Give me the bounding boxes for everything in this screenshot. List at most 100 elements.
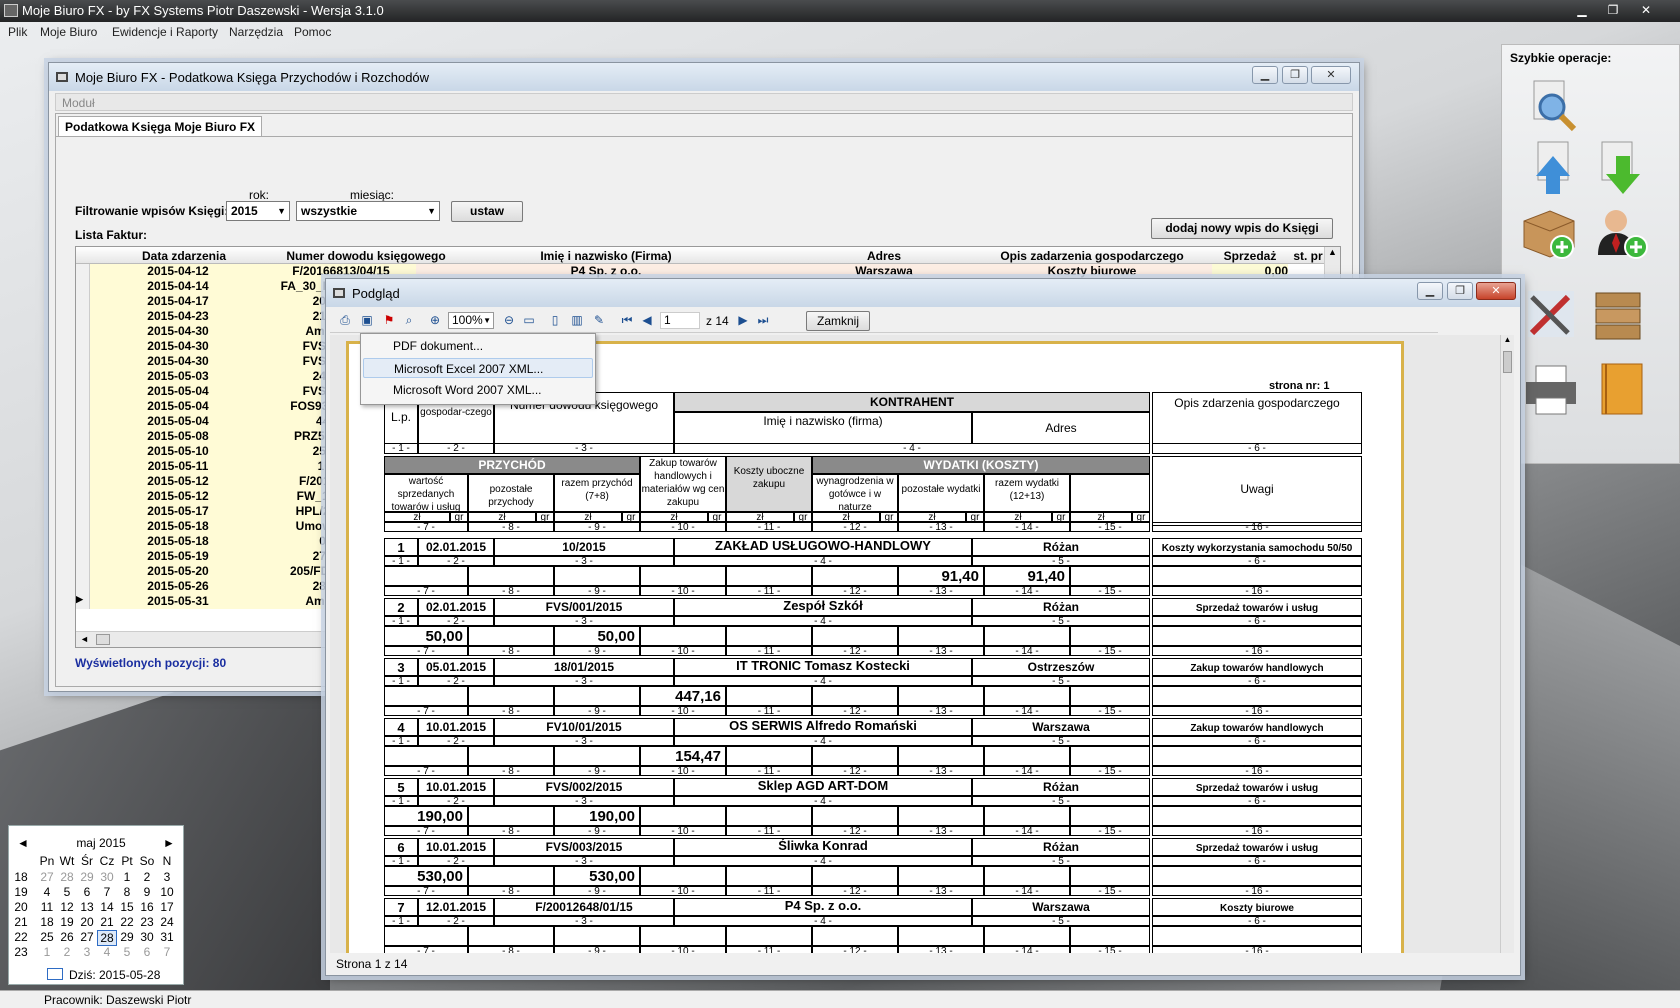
calendar-day[interactable]: 7 [97,885,117,899]
row-selector[interactable] [76,354,90,369]
row-selector[interactable] [76,264,90,279]
calendar-day[interactable]: 22 [117,915,137,929]
row-selector[interactable] [76,564,90,579]
menu-moje-biuro[interactable]: Moje Biuro [40,25,97,39]
calendar-day[interactable]: 17 [157,900,177,914]
add-product-icon[interactable] [1520,203,1578,261]
calendar-day[interactable]: 3 [157,870,177,884]
calendar-day[interactable]: 18 [37,915,57,929]
calendar-day[interactable]: 13 [77,900,97,914]
close-button[interactable]: ✕ [1634,2,1658,19]
calendar-day[interactable]: 10 [157,885,177,899]
table-row[interactable]: 2015-04-12 F/20166813/04/15 P4 Sp. z o.o. W… [76,264,1324,279]
book-maximize-button[interactable]: ❐ [1282,66,1308,84]
edit-icon[interactable]: ✎ [590,311,608,329]
row-selector[interactable] [76,444,90,459]
import-upload-icon[interactable] [1524,140,1582,198]
save-icon[interactable]: ▣ [358,311,376,329]
preview-maximize-button[interactable]: ❐ [1447,282,1473,300]
row-selector[interactable] [76,339,90,354]
calendar-day[interactable]: 2 [137,870,157,884]
row-selector[interactable] [76,414,90,429]
export-word-item[interactable]: Microsoft Word 2007 XML... [363,380,593,400]
pdf-icon[interactable]: ⚑ [380,311,398,329]
printer-icon[interactable] [1522,360,1580,418]
multi-page-icon[interactable]: ▥ [568,311,586,329]
calendar-day[interactable]: 27 [77,930,97,944]
preview-vscroll[interactable]: ▲ [1500,335,1514,953]
add-contractor-icon[interactable] [1592,203,1650,261]
calendar-day[interactable]: 11 [37,900,57,914]
calendar-day[interactable]: 30 [97,870,117,884]
calendar-day[interactable]: 9 [137,885,157,899]
column-header[interactable]: Adres [796,249,972,263]
search-invoice-icon[interactable] [1524,77,1582,135]
menu-narzedzia[interactable]: Narzędzia [229,25,283,39]
book-minimize-button[interactable]: ▁ [1252,66,1278,84]
next-page-icon[interactable]: ▶ [734,311,752,329]
calendar-day[interactable]: 4 [37,885,57,899]
calendar-day[interactable]: 3 [77,945,97,959]
calendar-day[interactable]: 20 [77,915,97,929]
menu-ewidencje[interactable]: Ewidencje i Raporty [112,25,218,39]
calendar-day[interactable]: 6 [137,945,157,959]
row-selector[interactable] [76,504,90,519]
calendar-day[interactable]: 30 [137,930,157,944]
export-excel-item[interactable]: Microsoft Excel 2007 XML... [363,358,593,378]
calendar-day[interactable]: 29 [77,870,97,884]
row-selector[interactable] [76,579,90,594]
calendar-day[interactable]: 12 [57,900,77,914]
calendar-day[interactable]: 5 [57,885,77,899]
calendar-day[interactable]: 19 [57,915,77,929]
first-page-icon[interactable]: ⏮ [618,311,636,329]
menu-plik[interactable]: Plik [8,25,27,39]
calendar-day[interactable]: 27 [37,870,57,884]
calendar-day[interactable]: 15 [117,900,137,914]
print-icon[interactable]: ⎙ [336,311,354,329]
row-selector[interactable] [76,399,90,414]
miesiac-select[interactable]: wszystkie ▼ [296,201,440,221]
row-selector[interactable] [76,429,90,444]
page-input[interactable]: 1 [660,312,700,329]
calendar-day[interactable]: 26 [57,930,77,944]
calendar-day[interactable]: 31 [157,930,177,944]
zoom-out-icon[interactable]: ⊖ [500,311,518,329]
column-header[interactable]: Sprzedaż [1214,249,1286,263]
rok-select[interactable]: 2015 ▼ [226,201,290,221]
zoom-select[interactable]: 100% ▼ [448,312,494,329]
calendar-day[interactable]: 29 [117,930,137,944]
calendar-day[interactable]: 1 [117,870,137,884]
notebook-icon[interactable] [1592,360,1650,418]
chevron-left-icon[interactable]: ◄ [13,836,33,850]
calendar-day[interactable]: 24 [157,915,177,929]
chevron-right-icon[interactable]: ► [159,836,179,850]
row-selector[interactable] [76,294,90,309]
tab-podatkowa-ksiega[interactable]: Podatkowa Księga Moje Biuro FX [58,116,263,136]
zoom-in-icon[interactable]: ⊕ [426,311,444,329]
zamknij-button[interactable]: Zamknij [806,311,870,331]
calendar-day[interactable]: 14 [97,900,117,914]
row-selector[interactable] [76,384,90,399]
last-page-icon[interactable]: ⏭ [754,311,772,329]
column-header[interactable]: Opis zadarzenia gospodarczego [972,249,1212,263]
book-close-button[interactable]: ✕ [1311,66,1351,84]
add-entry-button[interactable]: dodaj nowy wpis do Księgi [1151,218,1333,239]
calendar-day[interactable]: 28 [57,870,77,884]
calendar-day[interactable]: 6 [77,885,97,899]
module-menu[interactable]: Moduł [55,93,1353,111]
maximize-button[interactable]: ❐ [1601,2,1625,19]
minimize-button[interactable]: ▁ [1570,2,1594,19]
prev-page-icon[interactable]: ◀ [638,311,656,329]
calendar-day[interactable]: 7 [157,945,177,959]
column-header[interactable]: Data zdarzenia [104,249,264,263]
ustaw-button[interactable]: ustaw [451,201,523,222]
row-selector[interactable] [76,369,90,384]
export-pdf-item[interactable]: PDF dokument... [363,336,593,356]
row-selector[interactable] [76,474,90,489]
calendar-day[interactable]: 16 [137,900,157,914]
calendar-day[interactable]: 23 [137,915,157,929]
archive-boxes-icon[interactable] [1590,285,1648,343]
row-selector[interactable] [76,309,90,324]
row-selector[interactable]: ▶ [76,594,90,609]
calendar-day[interactable]: 21 [97,915,117,929]
